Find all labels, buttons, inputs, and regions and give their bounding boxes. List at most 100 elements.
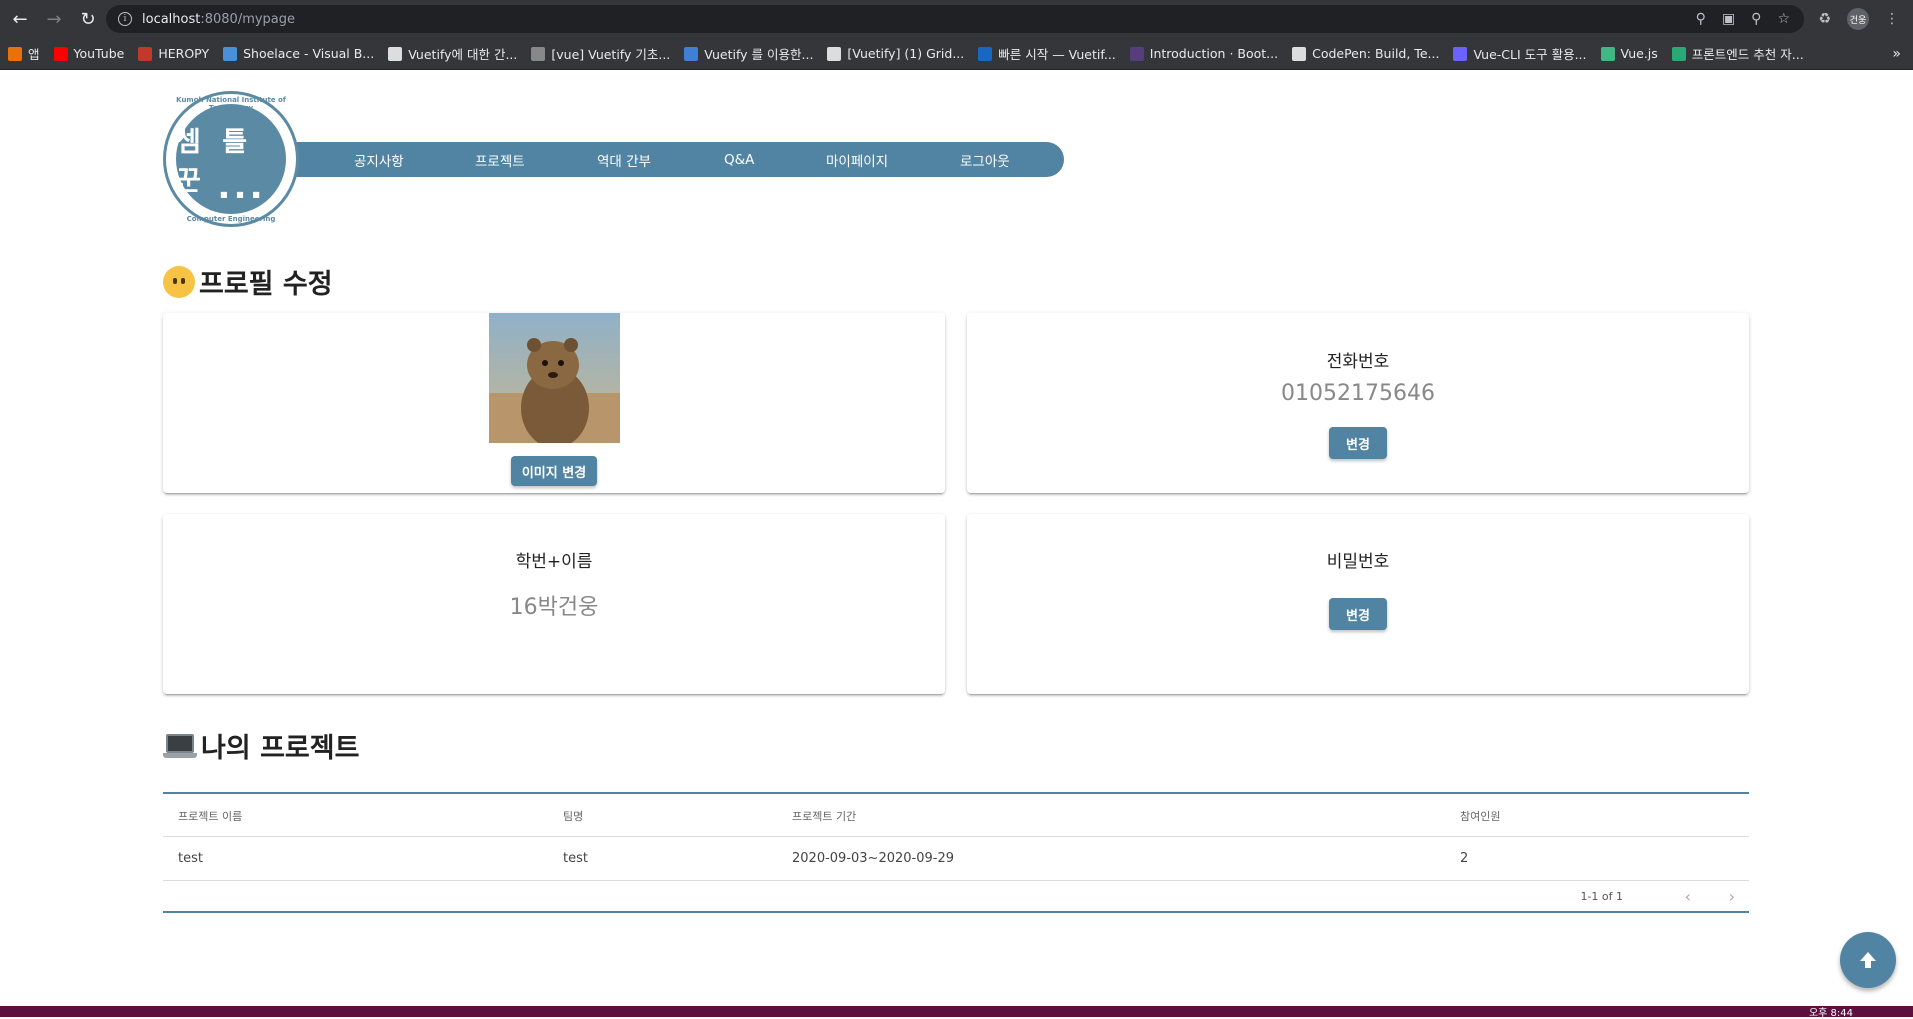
chevron-left-icon[interactable]: ‹ xyxy=(1685,887,1691,906)
bookmark-item[interactable]: HEROPY xyxy=(138,46,209,61)
student-id-card: 학번+이름 16박건웅 xyxy=(163,514,945,694)
bookmark-favicon-icon xyxy=(138,46,153,61)
translate-icon[interactable]: ▣ xyxy=(1722,11,1735,27)
bookmark-item[interactable]: 프론트엔드 추천 자... xyxy=(1671,44,1804,63)
logo-dots: ■ ■ ■ xyxy=(220,190,263,199)
change-image-button[interactable]: 이미지 변경 xyxy=(511,456,597,486)
bookmark-label: 빠른 시작 — Vuetif... xyxy=(998,47,1116,62)
projects-table: 프로젝트 이름 팀명 프로젝트 기간 참여인원 test test 2020-0… xyxy=(163,792,1749,913)
main-nav: 공지사항 프로젝트 역대 간부 Q&A 마이페이지 로그아웃 xyxy=(230,142,1064,177)
bookmarks-bar: 앱 YouTube HEROPY Shoelace - Visual B... Vuet… xyxy=(0,38,1913,70)
apps-grid-icon xyxy=(8,46,22,61)
bookmark-label: Vuetify 를 이용한... xyxy=(704,47,814,62)
password-card: 비밀번호 변경 xyxy=(967,514,1749,694)
bookmark-label: HEROPY xyxy=(158,46,210,61)
column-header-period[interactable]: 프로젝트 기간 xyxy=(792,808,856,824)
cell-project-name: test xyxy=(178,851,203,866)
bookmark-item[interactable]: Vuetify 를 이용한... xyxy=(684,44,813,63)
column-header-name[interactable]: 프로젝트 이름 xyxy=(178,808,242,824)
bookmark-item[interactable]: Shoelace - Visual B... xyxy=(223,46,374,61)
profile-section-title: 프로필 수정 xyxy=(163,262,333,301)
reload-icon[interactable]: ↻ xyxy=(74,5,102,33)
profile-title-text: 프로필 수정 xyxy=(199,269,333,300)
pagination-text: 1-1 of 1 xyxy=(1580,890,1623,903)
bookmark-label: [vue] Vuetify 기초... xyxy=(551,47,671,62)
projects-title-text: 나의 프로젝트 xyxy=(201,733,360,764)
logo-badge: 셈 틀 꾼 ■ ■ ■ xyxy=(176,104,286,214)
cell-members: 2 xyxy=(1460,851,1469,866)
profile-avatar[interactable]: 건웅 xyxy=(1847,8,1869,30)
password-label: 비밀번호 xyxy=(1326,552,1390,572)
profile-photo xyxy=(489,313,620,443)
bookmark-item[interactable]: CodePen: Build, Te... xyxy=(1292,46,1439,61)
nav-item-qna[interactable]: Q&A xyxy=(724,152,754,168)
bookmark-label: 앱 xyxy=(28,47,40,62)
face-icon xyxy=(163,265,195,298)
bookmark-item[interactable]: Vue.js xyxy=(1600,46,1658,61)
bookmark-item[interactable]: 앱 xyxy=(8,44,40,63)
bookmark-item[interactable]: Introduction · Boot... xyxy=(1129,46,1279,61)
student-id-label: 학번+이름 xyxy=(515,552,593,572)
bookmark-label: Introduction · Boot... xyxy=(1149,46,1279,61)
star-icon[interactable]: ☆ xyxy=(1777,11,1790,27)
change-password-button[interactable]: 변경 xyxy=(1329,598,1387,630)
column-header-members[interactable]: 참여인원 xyxy=(1460,808,1500,824)
bookmark-item[interactable]: Vuetify에 대한 간... xyxy=(388,44,517,63)
site-logo[interactable]: 셈 틀 꾼 ■ ■ ■ Kumoh National Institute of … xyxy=(163,91,299,227)
cell-period: 2020-09-03~2020-09-29 xyxy=(792,851,954,866)
laptop-icon xyxy=(163,732,197,760)
bookmark-label: Vue.js xyxy=(1620,46,1658,61)
bookmark-label: Vuetify에 대한 간... xyxy=(408,47,518,62)
table-row[interactable]: test test 2020-09-03~2020-09-29 2 xyxy=(163,837,1749,881)
address-bar[interactable]: i localhost:8080/mypage ⚲ ▣ ⚲ ☆ xyxy=(106,5,1804,33)
zoom-icon[interactable]: ⚲ xyxy=(1751,11,1761,27)
column-header-team[interactable]: 팀명 xyxy=(563,808,583,824)
projects-section-title: 나의 프로젝트 xyxy=(163,726,359,765)
bookmark-favicon-icon xyxy=(1671,46,1686,61)
bookmark-favicon-icon xyxy=(53,46,68,61)
logo-name: 셈 틀 꾼 xyxy=(176,127,254,197)
bookmark-label: 프론트엔드 추천 자... xyxy=(1691,47,1804,62)
change-phone-button[interactable]: 변경 xyxy=(1329,427,1387,459)
key-icon[interactable]: ⚲ xyxy=(1696,11,1706,27)
scroll-top-button[interactable] xyxy=(1840,932,1896,988)
nav-item-notice[interactable]: 공지사항 xyxy=(354,150,404,170)
nav-item-mypage[interactable]: 마이페이지 xyxy=(826,150,888,170)
bookmark-favicon-icon xyxy=(1600,46,1615,61)
bookmark-favicon-icon xyxy=(1292,46,1307,61)
bookmark-favicon-icon xyxy=(531,46,546,61)
arrow-up-icon xyxy=(1860,952,1876,968)
bookmark-favicon-icon xyxy=(388,46,403,61)
extensions-icon[interactable]: ♻ xyxy=(1818,11,1831,27)
profile-image-card: 이미지 변경 xyxy=(163,313,945,493)
bookmark-favicon-icon xyxy=(223,46,238,61)
site-info-icon[interactable]: i xyxy=(118,12,132,26)
bookmark-label: YouTube xyxy=(73,46,125,61)
table-footer: 1-1 of 1 ‹ › xyxy=(163,881,1749,913)
chevron-right-icon[interactable]: › xyxy=(1729,887,1735,906)
bookmark-favicon-icon xyxy=(684,46,699,61)
bookmark-item[interactable]: 빠른 시작 — Vuetif... xyxy=(978,44,1116,63)
browser-toolbar: ← → ↻ i localhost:8080/mypage ⚲ ▣ ⚲ ☆ ♻ … xyxy=(0,0,1913,38)
table-header: 프로젝트 이름 팀명 프로젝트 기간 참여인원 xyxy=(163,794,1749,837)
menu-icon[interactable]: ⋮ xyxy=(1885,11,1899,27)
bookmarks-overflow-icon[interactable]: » xyxy=(1892,46,1901,62)
logo-bottom-text: Computer Engineering xyxy=(186,215,276,223)
bookmark-item[interactable]: Vue-CLI 도구 활용... xyxy=(1453,44,1587,63)
forward-icon[interactable]: → xyxy=(40,5,68,33)
bookmark-item[interactable]: [Vuetify] (1) Grid... xyxy=(827,46,964,61)
bookmark-label: CodePen: Build, Te... xyxy=(1312,46,1440,61)
phone-card: 전화번호 01052175646 변경 xyxy=(967,313,1749,493)
nav-item-projects[interactable]: 프로젝트 xyxy=(475,150,525,170)
back-icon[interactable]: ← xyxy=(6,5,34,33)
page: 셈 틀 꾼 ■ ■ ■ Kumoh National Institute of … xyxy=(0,70,1913,1006)
os-taskbar: 오후 8:44 xyxy=(0,1006,1913,1019)
nav-item-logout[interactable]: 로그아웃 xyxy=(960,150,1010,170)
nav-item-officers[interactable]: 역대 간부 xyxy=(597,150,651,170)
bookmark-item[interactable]: YouTube xyxy=(53,46,125,61)
bookmark-item[interactable]: [vue] Vuetify 기초... xyxy=(531,44,670,63)
bookmark-favicon-icon xyxy=(827,46,842,61)
bookmark-label: Shoelace - Visual B... xyxy=(243,46,375,61)
url-host: localhost xyxy=(142,11,201,27)
cell-team-name: test xyxy=(563,851,588,866)
